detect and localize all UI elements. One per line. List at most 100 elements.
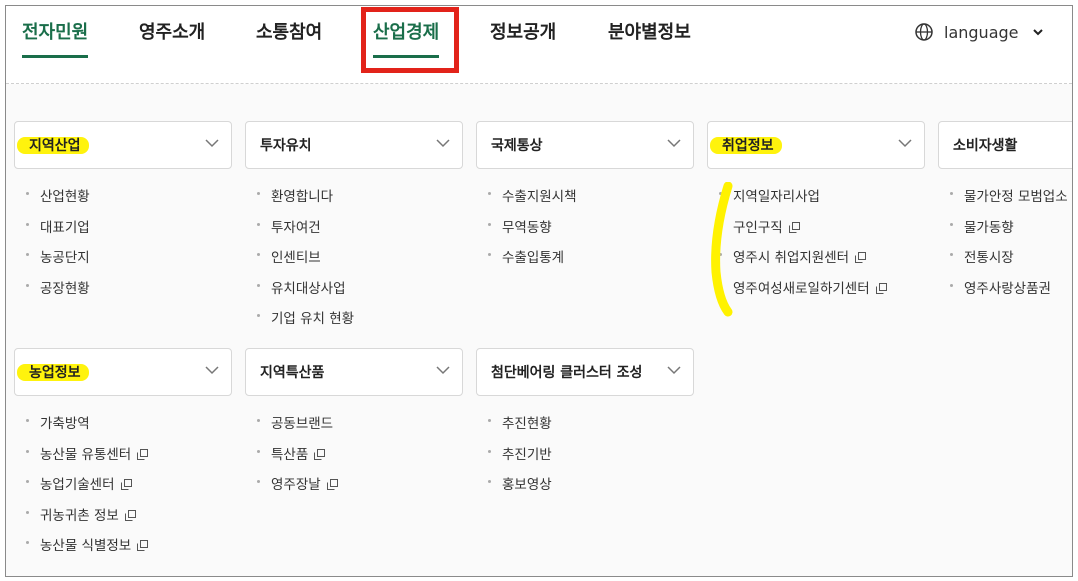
nav-item-information[interactable]: 정보공개	[490, 19, 556, 59]
menu-link-label: 농공단지	[40, 250, 90, 266]
category-links: 환영합니다투자여건인센티브유치대상사업기업 유치 현황	[257, 185, 354, 338]
nav-item-electronic-civil[interactable]: 전자민원	[22, 19, 89, 59]
menu-link-label: 추진현황	[502, 416, 552, 432]
nav-label: 전자민원	[22, 22, 89, 43]
chevron-down-icon	[898, 139, 912, 148]
menu-link[interactable]: 수출지원시책	[488, 185, 577, 216]
menu-link-label: 인센티브	[271, 250, 321, 266]
category-links: 산업현황대표기업농공단지공장현황	[26, 185, 90, 307]
menu-link[interactable]: 환영합니다	[257, 185, 354, 216]
menu-link[interactable]: 특산품	[257, 443, 338, 474]
external-link-icon	[326, 479, 338, 490]
category-header[interactable]: 농업정보	[14, 348, 232, 396]
category-links: 추진현황추진기반홍보영상	[488, 412, 552, 504]
nav-item-participation[interactable]: 소통참여	[256, 19, 322, 59]
menu-link[interactable]: 영주사랑상품권	[950, 277, 1068, 308]
menu-link[interactable]: 대표기업	[26, 216, 90, 247]
nav-item-introduction[interactable]: 영주소개	[139, 19, 205, 59]
menu-link[interactable]: 가축방역	[26, 412, 148, 443]
category-links: 공동브랜드특산품영주장날	[257, 412, 338, 504]
menu-link-label: 물가안정 모범업소	[964, 189, 1068, 205]
category-title: 소비자생활	[953, 138, 1018, 154]
menu-link-label: 투자여건	[271, 219, 321, 236]
chevron-down-icon	[436, 366, 450, 375]
nav-label: 영주소개	[139, 22, 206, 43]
menu-link[interactable]: 추진기반	[488, 443, 552, 474]
category-header[interactable]: 투자유치	[245, 121, 463, 169]
chevron-down-icon	[205, 366, 219, 375]
nav-label: 정보공개	[490, 22, 557, 43]
menu-link-label: 지역일자리사업	[733, 189, 820, 205]
category-title: 첨단베어링 클러스터 조성	[491, 365, 643, 381]
menu-link[interactable]: 농업기술센터	[26, 473, 148, 504]
menu-link[interactable]: 농산물 식별정보	[26, 534, 149, 565]
menu-link-label: 유치대상사업	[271, 280, 346, 297]
menu-link[interactable]: 수출입통계	[488, 246, 577, 277]
category-header[interactable]: 첨단베어링 클러스터 조성	[476, 348, 694, 396]
menu-link-label: 농산물 유통센터	[40, 446, 132, 463]
menu-link-label: 영주사랑상품권	[964, 280, 1051, 297]
active-underline	[22, 55, 89, 58]
menu-link[interactable]: 공동브랜드	[257, 412, 338, 443]
menu-link[interactable]: 물가동향	[950, 216, 1068, 247]
menu-link[interactable]: 농공단지	[26, 246, 90, 277]
menu-link-label: 영주시 취업지원센터	[733, 250, 850, 266]
category-header[interactable]: 소비자생활	[938, 121, 1072, 169]
language-selector[interactable]: language	[914, 20, 1053, 44]
nav-label: 소통참여	[256, 22, 323, 43]
menu-link-label: 환영합니다	[271, 189, 334, 205]
external-link-icon	[137, 448, 149, 460]
menu-link-label: 추진기반	[502, 446, 552, 463]
category-title: 취업정보	[722, 138, 774, 154]
menu-link[interactable]: 투자여건	[257, 216, 354, 247]
yellow-marker-stroke	[711, 182, 733, 317]
menu-link-label: 가축방역	[40, 416, 90, 432]
annotation-red-box	[361, 7, 459, 73]
category-header[interactable]: 국제통상	[476, 121, 694, 169]
mega-menu-panel: 지역산업산업현황대표기업농공단지공장현황 투자유치환영합니다투자여건인센티브유치대…	[6, 84, 1072, 576]
external-link-icon	[137, 540, 149, 551]
menu-link[interactable]: 기업 유치 현황	[257, 307, 354, 338]
category-title: 지역산업	[29, 138, 81, 154]
menu-link[interactable]: 농산물 유통센터	[26, 443, 149, 474]
top-navigation: 전자민원 영주소개 소통참여 산업경제 정보공개 분야별정보 language	[6, 6, 1072, 84]
chevron-down-icon	[667, 139, 681, 148]
menu-link[interactable]: 영주장날	[257, 473, 338, 504]
category-title: 투자유치	[260, 138, 312, 154]
chevron-down-icon	[1032, 28, 1043, 35]
menu-link-label: 물가동향	[964, 219, 1014, 236]
external-link-icon	[314, 448, 326, 460]
menu-link[interactable]: 귀농귀촌 정보	[26, 504, 148, 535]
external-link-icon	[124, 509, 136, 521]
menu-link[interactable]: 홍보영상	[488, 473, 552, 504]
category-header[interactable]: 지역특산품	[245, 348, 463, 396]
chevron-down-icon	[667, 366, 681, 375]
category-links: 수출지원시책무역동향수출입통계	[488, 185, 577, 277]
chevron-down-icon	[205, 139, 219, 148]
nav-label: 분야별정보	[608, 22, 691, 43]
menu-link-label: 농산물 식별정보	[40, 538, 132, 554]
chevron-down-icon	[436, 139, 450, 148]
menu-link-label: 공장현황	[40, 280, 90, 297]
menu-link[interactable]: 공장현황	[26, 277, 90, 308]
category-header[interactable]: 지역산업	[14, 121, 232, 169]
menu-link[interactable]: 무역동향	[488, 216, 577, 247]
menu-link-label: 대표기업	[40, 219, 90, 236]
menu-link-label: 공동브랜드	[271, 416, 334, 432]
external-link-icon	[855, 252, 867, 263]
menu-link[interactable]: 산업현황	[26, 185, 90, 216]
menu-link-label: 영주장날	[271, 477, 321, 493]
category-title: 지역특산품	[260, 365, 325, 381]
menu-link-label: 무역동향	[502, 219, 552, 236]
menu-link-label: 수출입통계	[502, 250, 565, 266]
nav-item-by-field[interactable]: 분야별정보	[608, 19, 691, 59]
category-links: 물가안정 모범업소물가동향전통시장영주사랑상품권	[950, 185, 1068, 307]
menu-link-label: 수출지원시책	[502, 189, 577, 205]
menu-link[interactable]: 인센티브	[257, 246, 354, 277]
menu-link[interactable]: 추진현황	[488, 412, 552, 443]
menu-link[interactable]: 유치대상사업	[257, 277, 354, 308]
menu-link[interactable]: 전통시장	[950, 246, 1068, 277]
menu-link[interactable]: 물가안정 모범업소	[950, 185, 1068, 216]
browser-frame: 전자민원 영주소개 소통참여 산업경제 정보공개 분야별정보 language	[5, 5, 1073, 577]
category-header[interactable]: 취업정보	[707, 121, 925, 169]
